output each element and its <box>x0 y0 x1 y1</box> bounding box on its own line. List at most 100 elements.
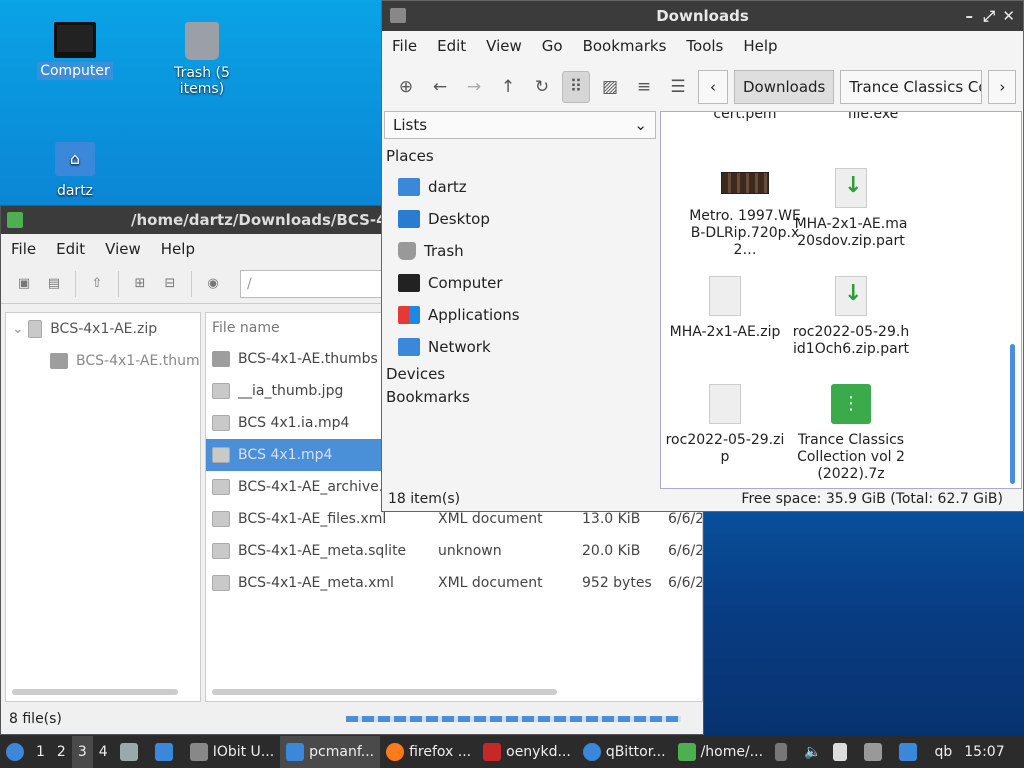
tree-item-archive[interactable]: ⌄ BCS-4x1-AE.zip <box>6 313 200 345</box>
file-item[interactable]: ⋮ Trance Classics Collection vol 2 (2022… <box>791 384 911 483</box>
tree-hscrollbar[interactable] <box>12 689 178 695</box>
up-icon[interactable]: ↑ <box>494 71 522 103</box>
file-item[interactable]: file.exe <box>813 111 933 123</box>
column-file-name[interactable]: File name <box>212 320 280 336</box>
add-file-icon[interactable]: ⊞ <box>127 271 153 297</box>
file-manager-toolbar: ⊕ ← → ↑ ↻ ⠿ ▨ ≡ ☰ ‹ Downloads Trance Cla… <box>382 61 1023 113</box>
forward-icon[interactable]: → <box>460 71 488 103</box>
file-item[interactable]: roc2022-05-29.zip <box>665 384 785 466</box>
menu-tools[interactable]: Tools <box>676 37 733 55</box>
place-dartz[interactable]: dartz <box>382 171 658 203</box>
launcher-files[interactable] <box>114 736 149 768</box>
place-label: Network <box>428 338 491 356</box>
file-name-cell: __ia_thumb.jpg <box>238 383 344 399</box>
file-manager-titlebar[interactable]: Downloads – ⤢ ✕ <box>382 1 1023 31</box>
computer-icon <box>398 274 420 292</box>
new-tab-icon[interactable]: ⊕ <box>392 71 420 103</box>
tray-qbittorrent[interactable]: qb <box>928 736 958 768</box>
file-item[interactable]: ↓ MHA-2x1-AE.ma20sdov.zip.part <box>791 168 911 250</box>
vertical-scrollbar[interactable] <box>1010 344 1015 484</box>
task-iobit[interactable]: IObit U... <box>184 736 280 768</box>
progress-bar <box>346 716 681 722</box>
extract-icon[interactable]: ⊟ <box>157 271 183 297</box>
chevron-down-icon[interactable]: ⌄ <box>12 321 28 337</box>
menu-help[interactable]: Help <box>151 240 205 258</box>
back-icon[interactable]: ← <box>426 71 454 103</box>
tray-updates[interactable] <box>893 736 928 768</box>
tray-clipboard[interactable] <box>769 736 798 768</box>
list-view-icon[interactable]: ☰ <box>664 71 692 103</box>
workspace-2[interactable]: 2 <box>51 736 72 768</box>
task-qbittorrent[interactable]: qBittor... <box>577 736 672 768</box>
task-firefox[interactable]: firefox ... <box>380 736 477 768</box>
compact-view-icon[interactable]: ≡ <box>630 71 658 103</box>
reload-icon[interactable]: ↻ <box>528 71 556 103</box>
close-icon[interactable]: ✕ <box>1002 1 1015 31</box>
file-item[interactable]: ↓ roc2022-05-29.hid1Och6.zip.part <box>791 276 911 358</box>
tree-item-folder[interactable]: BCS-4x1-AE.thumbs <box>6 345 200 377</box>
download-icon: ↓ <box>835 276 867 316</box>
desktop-icon-home[interactable]: ⌂ dartz <box>25 142 125 200</box>
new-archive-icon[interactable]: ▣ <box>11 271 37 297</box>
menu-edit[interactable]: Edit <box>46 240 95 258</box>
table-row[interactable]: BCS-4x1-AE_meta.xml XML document 952 bytes… <box>206 567 702 599</box>
menu-view[interactable]: View <box>476 37 532 55</box>
tree-item-label: BCS-4x1-AE.zip <box>50 321 158 337</box>
task-pcmanfm[interactable]: pcmanf... <box>280 736 381 768</box>
workspace-1[interactable]: 1 <box>30 736 51 768</box>
tray-volume[interactable]: 🔈 <box>798 736 827 768</box>
breadcrumb-prev-button[interactable]: ‹ <box>698 70 728 104</box>
file-item[interactable]: Metro. 1997.WEB-DLRip.720p.x2… <box>685 172 805 259</box>
menu-file[interactable]: File <box>382 37 427 55</box>
file-item[interactable]: cert.pem <box>685 112 805 123</box>
icon-view-icon[interactable]: ⠿ <box>562 71 590 103</box>
breadcrumb-downloads[interactable]: Downloads <box>734 70 835 104</box>
file-label: file.exe <box>847 111 899 122</box>
bookmarks-header[interactable]: Bookmarks <box>382 386 658 409</box>
menu-file[interactable]: File <box>1 240 46 258</box>
volume-icon: 🔈 <box>804 744 822 760</box>
place-computer[interactable]: Computer <box>382 267 658 299</box>
places-header[interactable]: Places <box>382 147 658 171</box>
breadcrumb-subfolder[interactable]: Trance Classics Colle <box>840 70 983 104</box>
start-menu-button[interactable] <box>0 736 30 768</box>
menu-bookmarks[interactable]: Bookmarks <box>573 37 677 55</box>
task-xarchiver[interactable]: /home/... <box>672 736 769 768</box>
archive-path-input[interactable]: / <box>240 269 390 298</box>
maximize-icon[interactable]: ⤢ <box>983 1 995 31</box>
launcher-desktop[interactable] <box>149 736 184 768</box>
open-archive-icon[interactable]: ▤ <box>41 271 67 297</box>
place-network[interactable]: Network <box>382 331 658 363</box>
place-applications[interactable]: Applications <box>382 299 658 331</box>
menu-view[interactable]: View <box>95 240 151 258</box>
stop-icon[interactable]: ◉ <box>200 271 226 297</box>
side-pane-mode-select[interactable]: Lists ⌄ <box>384 111 656 139</box>
video-thumb-icon <box>721 172 769 194</box>
place-trash[interactable]: Trash <box>382 235 658 267</box>
clock[interactable]: 15:07 <box>958 736 1010 768</box>
workspace-4[interactable]: 4 <box>93 736 114 768</box>
list-hscrollbar[interactable] <box>212 689 557 695</box>
place-desktop[interactable]: Desktop <box>382 203 658 235</box>
thumbnail-view-icon[interactable]: ▨ <box>596 71 624 103</box>
menu-edit[interactable]: Edit <box>427 37 476 55</box>
breadcrumb-next-button[interactable]: › <box>988 70 1017 104</box>
task-label: IObit U... <box>212 744 275 760</box>
table-row[interactable]: BCS-4x1-AE_meta.sqlite unknown 20.0 KiB 6/6… <box>206 535 702 567</box>
minimize-icon[interactable]: – <box>966 1 974 31</box>
archive-icon <box>677 743 696 761</box>
tray-display[interactable] <box>858 736 893 768</box>
menu-help[interactable]: Help <box>733 37 787 55</box>
tray-notes[interactable] <box>827 736 858 768</box>
file-label: Trance Classics Collection vol 2 (2022).… <box>797 432 905 482</box>
workspace-3[interactable]: 3 <box>71 736 93 768</box>
devices-header[interactable]: Devices <box>382 363 658 386</box>
go-up-icon[interactable]: ⇧ <box>84 271 110 297</box>
desktop-icon-computer[interactable]: Computer <box>25 22 125 80</box>
desktop-icon-trash[interactable]: Trash (5 items) <box>152 22 252 98</box>
file-name-cell: BCS-4x1-AE_meta.sqlite <box>238 543 407 559</box>
menu-go[interactable]: Go <box>532 37 573 55</box>
home-folder-icon: ⌂ <box>55 142 95 176</box>
file-item[interactable]: MHA-2x1-AE.zip <box>665 276 785 341</box>
task-filezilla[interactable]: oenykd... <box>477 736 577 768</box>
